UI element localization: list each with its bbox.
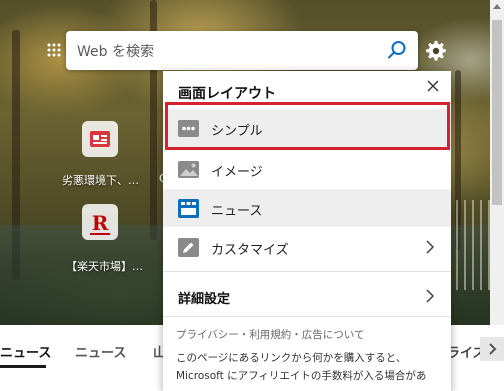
panel-title: 画面レイアウト <box>178 86 276 102</box>
layout-settings-panel: 画面レイアウト シンプル イメージ ニュース カスタマイズ 詳細設定 プライバシ… <box>163 71 451 391</box>
search-input[interactable]: Web を検索 <box>77 41 154 61</box>
layout-option-simple[interactable]: シンプル <box>163 109 451 147</box>
chevron-right-icon <box>426 289 435 303</box>
scrollbar-thumb[interactable] <box>492 20 502 205</box>
privacy-link[interactable]: プライバシー・利用規約・広告について <box>176 327 364 342</box>
layout-option-label: シンプル <box>211 124 263 139</box>
gear-icon[interactable] <box>425 40 447 62</box>
layout-option-label: イメージ <box>211 165 263 180</box>
scrollbar[interactable] <box>490 0 504 325</box>
divider <box>163 271 451 272</box>
chevron-right-icon <box>426 240 435 254</box>
apps-grid-icon[interactable] <box>46 42 62 58</box>
tab-news-secondary[interactable]: ニュース <box>75 342 126 361</box>
svg-text:R: R <box>92 211 109 235</box>
layout-option-news[interactable]: ニュース <box>163 189 451 227</box>
rakuten-icon: R <box>90 211 110 235</box>
scroll-up-arrow-icon[interactable] <box>493 4 501 9</box>
divider <box>163 316 451 317</box>
quick-link-label[interactable]: 【楽天市場】… <box>66 258 143 274</box>
quick-link-label[interactable]: 劣悪環境下、… <box>62 172 139 188</box>
search-icon[interactable] <box>386 39 408 61</box>
pencil-icon <box>178 238 199 257</box>
layout-option-label: カスタマイズ <box>211 243 289 258</box>
quick-link-tile[interactable]: R <box>82 204 118 240</box>
image-icon <box>178 161 199 178</box>
dots-icon <box>178 120 199 137</box>
close-icon[interactable] <box>425 78 441 94</box>
search-bar[interactable]: Web を検索 <box>66 31 418 70</box>
advanced-settings-row[interactable]: 詳細設定 <box>163 276 451 314</box>
news-site-icon <box>90 131 110 147</box>
layout-option-custom[interactable]: カスタマイズ <box>163 228 451 266</box>
layout-option-label: ニュース <box>211 204 263 219</box>
chevron-right-icon <box>489 343 497 355</box>
advanced-settings-label: 詳細設定 <box>178 292 231 307</box>
active-tab-underline <box>0 365 46 368</box>
layout-option-image[interactable]: イメージ <box>163 150 451 188</box>
news-icon <box>178 199 199 218</box>
quick-link-tile[interactable] <box>82 121 118 157</box>
tabs-scroll-button[interactable] <box>480 337 504 361</box>
tab-news[interactable]: ニュース <box>0 342 51 361</box>
